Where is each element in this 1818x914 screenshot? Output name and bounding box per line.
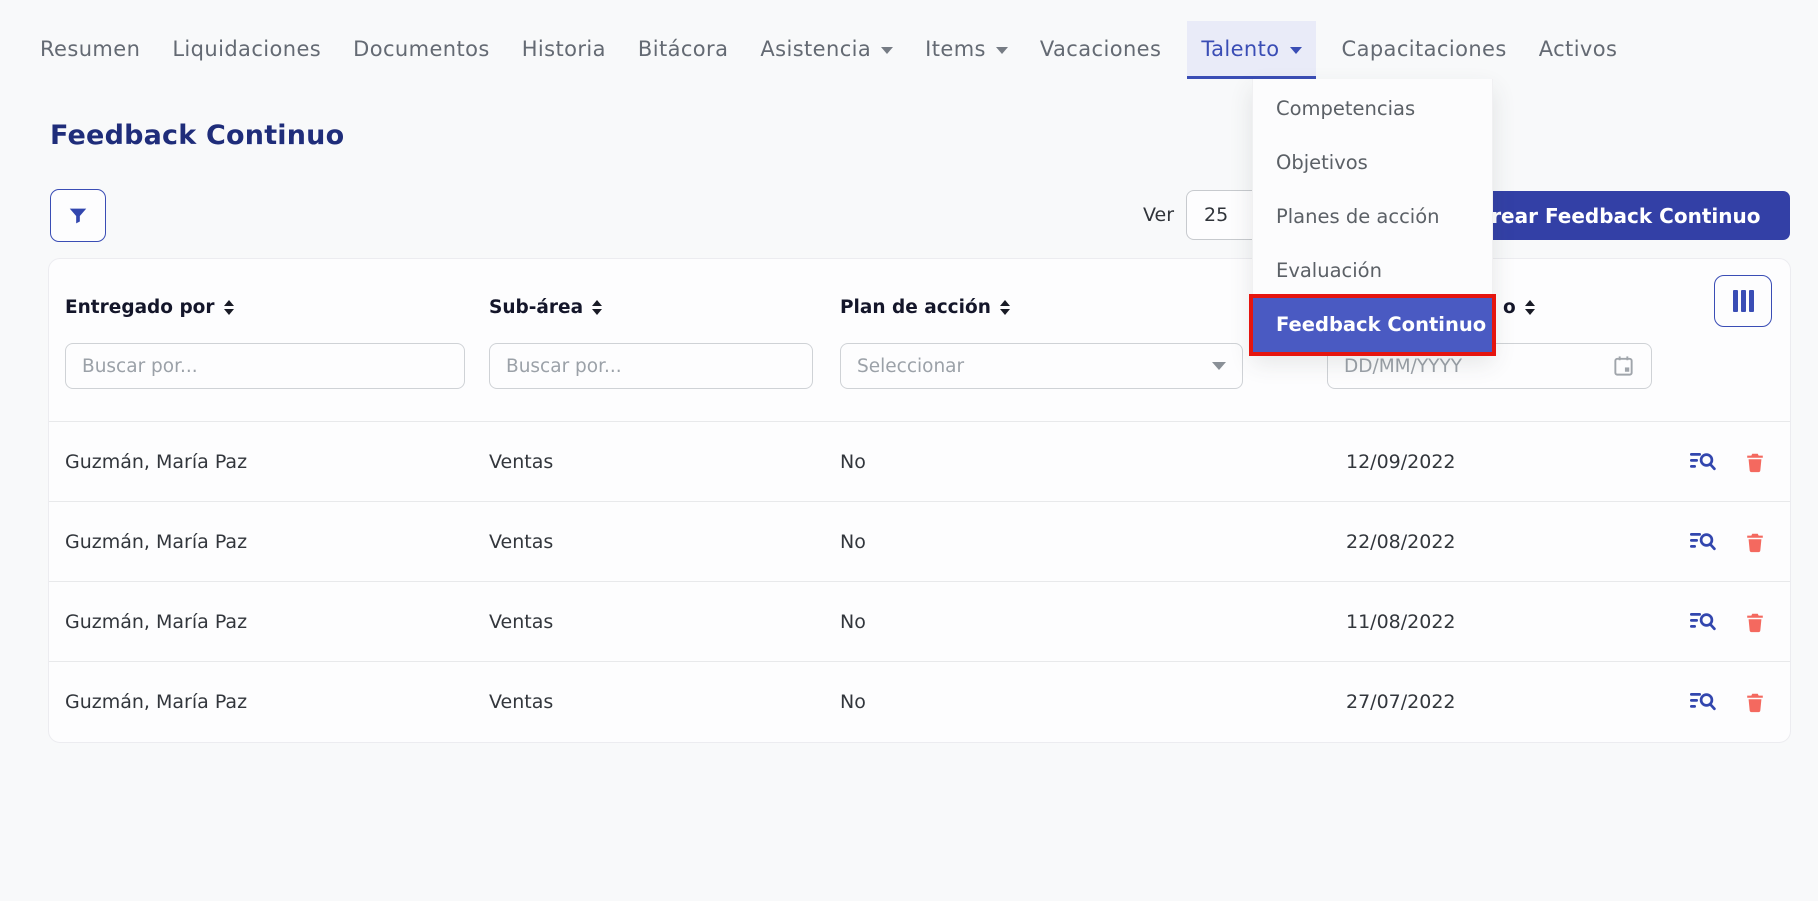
menu-item-feedback-continuo-annotated-target[interactable]: Feedback Continuo [1253, 298, 1492, 352]
trash-icon [1744, 530, 1766, 554]
cell-entregado-por: Guzmán, María Paz [65, 691, 489, 713]
nav-item-label: Asistencia [760, 37, 871, 61]
select-placeholder: Seleccionar [857, 356, 964, 377]
cell-plan-de-accion: No [840, 611, 1327, 633]
cell-fecha: 11/08/2022 [1327, 611, 1677, 633]
nav-item-label: Documentos [353, 37, 490, 61]
nav-item-documentos[interactable]: Documentos [347, 21, 496, 79]
sort-icon [1000, 300, 1010, 315]
sort-icon [224, 300, 234, 315]
list-search-icon [1689, 690, 1716, 713]
filter-entregado-por-input[interactable] [65, 343, 465, 389]
column-header-entregado-por[interactable]: Entregado por [65, 297, 489, 318]
cell-sub-area: Ventas [489, 691, 840, 713]
table-filter-row: Seleccionar DD/MM/YYYY [49, 343, 1790, 421]
menu-item-evaluacion[interactable]: Evaluación [1253, 244, 1492, 298]
nav-item-label: Activos [1539, 37, 1618, 61]
nav-item-label: Capacitaciones [1342, 37, 1507, 61]
list-search-icon [1689, 610, 1716, 633]
cell-entregado-por: Guzmán, María Paz [65, 531, 489, 553]
filter-plan-select[interactable]: Seleccionar [840, 343, 1243, 389]
nav-item-liquidaciones[interactable]: Liquidaciones [166, 21, 327, 79]
feedback-table-card: Entregado por Sub-área Plan de acción o … [48, 258, 1791, 743]
trash-icon [1744, 450, 1766, 474]
view-detail-button[interactable] [1689, 610, 1716, 633]
menu-item-competencias[interactable]: Competencias [1253, 82, 1492, 136]
sort-icon [1525, 300, 1535, 315]
delete-button[interactable] [1744, 450, 1766, 474]
filter-sub-area-input[interactable] [489, 343, 813, 389]
cell-plan-de-accion: No [840, 531, 1327, 553]
nav-item-capacitaciones[interactable]: Capacitaciones [1336, 21, 1513, 79]
page-size-label: Ver [1143, 204, 1174, 226]
cell-sub-area: Ventas [489, 611, 840, 633]
page-title: Feedback Continuo [50, 120, 344, 151]
view-detail-button[interactable] [1689, 530, 1716, 553]
cell-plan-de-accion: No [840, 691, 1327, 713]
chevron-down-icon [996, 47, 1008, 54]
nav-item-label: Vacaciones [1040, 37, 1161, 61]
column-header-label: o [1503, 297, 1516, 318]
nav-item-talento[interactable]: Talento [1187, 21, 1315, 79]
columns-icon-bar [1749, 290, 1754, 312]
nav-item-bitacora[interactable]: Bitácora [632, 21, 734, 79]
column-settings-button[interactable] [1714, 275, 1772, 327]
nav-item-vacaciones[interactable]: Vacaciones [1034, 21, 1167, 79]
cell-sub-area: Ventas [489, 531, 840, 553]
chevron-down-icon [1212, 362, 1226, 370]
column-header-sub-area[interactable]: Sub-área [489, 297, 840, 318]
nav-item-label: Bitácora [638, 37, 728, 61]
table-header-row: Entregado por Sub-área Plan de acción o [49, 259, 1790, 343]
delete-button[interactable] [1744, 530, 1766, 554]
column-header-label: Sub-área [489, 297, 583, 318]
cell-fecha: 12/09/2022 [1327, 451, 1677, 473]
cell-fecha: 27/07/2022 [1327, 691, 1677, 713]
trash-icon [1744, 610, 1766, 634]
table-row: Guzmán, María Paz Ventas No 22/08/2022 [49, 501, 1790, 581]
list-search-icon [1689, 530, 1716, 553]
bottom-strip [0, 901, 1818, 914]
trash-icon [1744, 690, 1766, 714]
delete-button[interactable] [1744, 610, 1766, 634]
nav-item-label: Liquidaciones [172, 37, 321, 61]
chevron-down-icon [1290, 47, 1302, 54]
filter-button[interactable] [50, 189, 106, 242]
chevron-down-icon [881, 47, 893, 54]
nav-item-label: Historia [522, 37, 606, 61]
cell-entregado-por: Guzmán, María Paz [65, 451, 489, 473]
table-row: Guzmán, María Paz Ventas No 12/09/2022 [49, 421, 1790, 501]
calendar-icon [1612, 354, 1635, 378]
cell-fecha: 22/08/2022 [1327, 531, 1677, 553]
date-placeholder: DD/MM/YYYY [1344, 356, 1462, 377]
table-row: Guzmán, María Paz Ventas No 27/07/2022 [49, 661, 1790, 741]
page-size-value: 25 [1204, 204, 1228, 226]
cell-plan-de-accion: No [840, 451, 1327, 473]
nav-item-label: Talento [1201, 37, 1279, 61]
nav-item-items[interactable]: Items [919, 21, 1014, 79]
column-header-label: Plan de acción [840, 297, 991, 318]
table-row: Guzmán, María Paz Ventas No 11/08/2022 [49, 581, 1790, 661]
menu-item-planes-de-accion[interactable]: Planes de acción [1253, 190, 1492, 244]
sort-icon [592, 300, 602, 315]
column-header-label: Entregado por [65, 297, 215, 318]
list-search-icon [1689, 450, 1716, 473]
create-feedback-button[interactable]: Crear Feedback Continuo [1447, 191, 1790, 240]
view-detail-button[interactable] [1689, 690, 1716, 713]
nav-item-asistencia[interactable]: Asistencia [754, 21, 899, 79]
talento-dropdown-menu: Competencias Objetivos Planes de acción … [1252, 79, 1493, 353]
funnel-icon [67, 205, 89, 227]
menu-item-objetivos[interactable]: Objetivos [1253, 136, 1492, 190]
top-navigation: Resumen Liquidaciones Documentos Histori… [0, 0, 1818, 79]
cell-sub-area: Ventas [489, 451, 840, 473]
nav-item-label: Items [925, 37, 986, 61]
nav-item-resumen[interactable]: Resumen [34, 21, 146, 79]
nav-item-activos[interactable]: Activos [1533, 21, 1624, 79]
delete-button[interactable] [1744, 690, 1766, 714]
columns-icon-bar [1741, 290, 1746, 312]
columns-icon [1733, 290, 1738, 312]
cell-entregado-por: Guzmán, María Paz [65, 611, 489, 633]
nav-item-label: Resumen [40, 37, 140, 61]
nav-item-historia[interactable]: Historia [516, 21, 612, 79]
view-detail-button[interactable] [1689, 450, 1716, 473]
